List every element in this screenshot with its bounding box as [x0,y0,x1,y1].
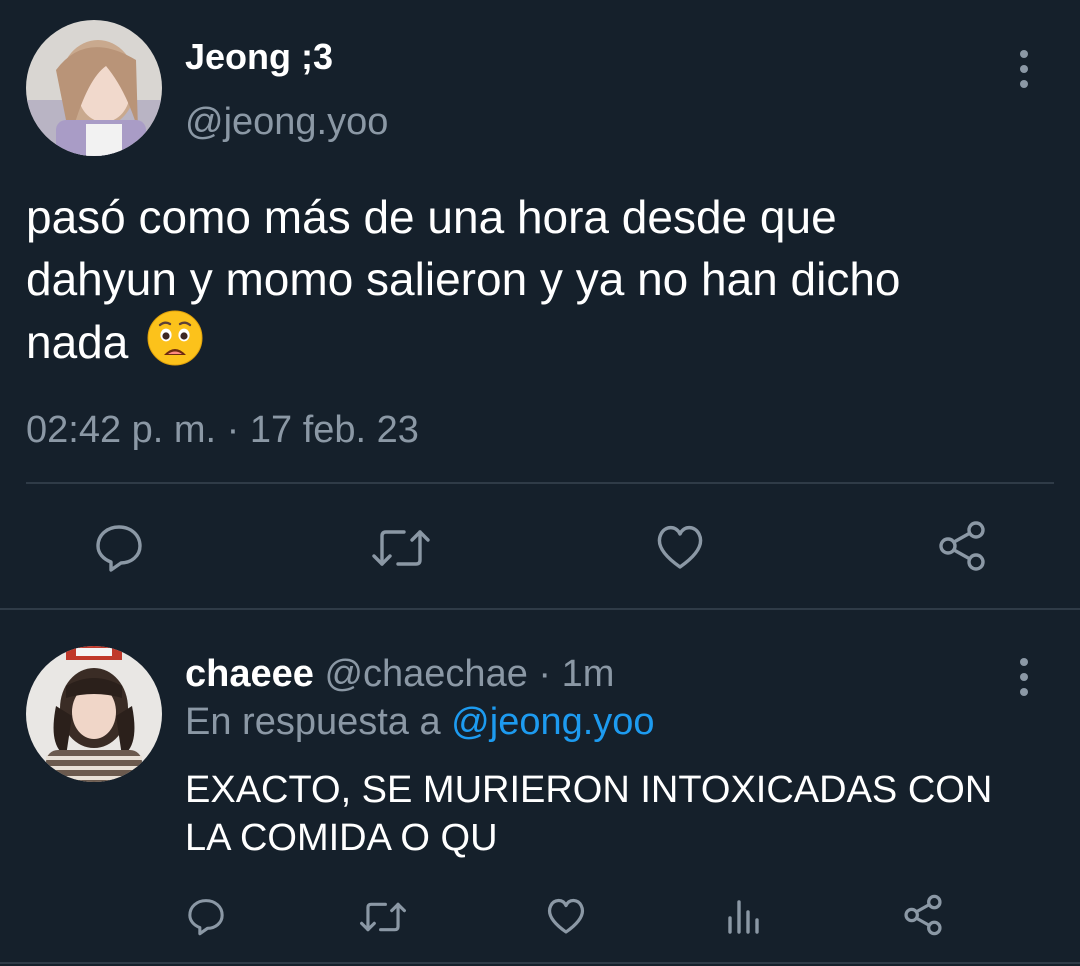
display-name[interactable]: Jeong ;3 [185,36,333,78]
reply-icon[interactable] [186,896,226,936]
in-reply-prefix: En respuesta a [185,701,441,743]
reply-header: chaeee @chaechae · 1m [185,652,614,696]
timestamp[interactable]: 02:42 p. m. · 17 feb. 23 [26,408,419,452]
share-icon[interactable] [936,520,988,572]
anguished-face-emoji [147,310,203,366]
retweet-icon[interactable] [358,898,408,936]
tweet-text-line: dahyun y momo salieron y ya no han dicho [26,253,901,305]
divider [0,608,1080,610]
handle[interactable]: @chaechae [324,653,527,695]
like-icon[interactable] [654,522,706,572]
time: 1m [561,653,615,695]
analytics-icon[interactable] [724,898,764,936]
reply-text-line: EXACTO, SE MURIERON INTOXICADAS CON [185,769,993,811]
divider [26,482,1054,484]
reply-text-line: LA COMIDA O QU [185,817,498,859]
more-options-icon[interactable] [1018,658,1030,696]
tweet-text: pasó como más de una hora desde que dahy… [26,186,901,373]
divider [0,962,1080,964]
more-options-icon[interactable] [1018,50,1030,88]
display-name[interactable]: chaeee [185,653,314,695]
handle[interactable]: @jeong.yoo [185,100,388,144]
tweet-text-line: pasó como más de una hora desde que [26,191,837,243]
reply-icon[interactable] [93,522,145,572]
separator: · [538,653,552,695]
tweet-text-line: nada [26,310,901,373]
tweet-text-end: nada [26,316,129,368]
avatar[interactable] [26,646,162,782]
avatar[interactable] [26,20,162,156]
like-icon[interactable] [545,896,587,936]
in-reply-to: En respuesta a @jeong.yoo [185,700,655,744]
reply-text: EXACTO, SE MURIERON INTOXICADAS CON LA C… [185,766,992,862]
share-icon[interactable] [902,894,944,936]
retweet-icon[interactable] [370,524,432,572]
in-reply-handle-link[interactable]: @jeong.yoo [451,701,654,743]
